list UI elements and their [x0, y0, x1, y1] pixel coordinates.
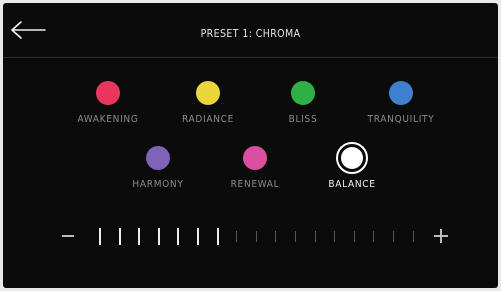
color-swatch: [196, 81, 220, 105]
slider-tick[interactable]: [236, 231, 238, 242]
preset-renewal[interactable]: RENEWAL: [205, 146, 305, 202]
preset-label: HARMONY: [132, 179, 184, 190]
slider-tick-active[interactable]: [118, 228, 121, 245]
preset-label: AWAKENING: [77, 114, 139, 125]
slider-tick[interactable]: [275, 231, 277, 242]
plus-icon[interactable]: [434, 229, 448, 243]
header-bar: PRESET 1: CHROMA: [3, 3, 498, 58]
preset-bliss[interactable]: BLISS: [253, 81, 353, 137]
slider-tick[interactable]: [393, 231, 394, 242]
slider-tick[interactable]: [412, 231, 414, 242]
preset-balance[interactable]: BALANCE: [302, 142, 402, 202]
slider-tick-active[interactable]: [197, 228, 199, 245]
slider-tick-active[interactable]: [99, 228, 101, 245]
slider-tick[interactable]: [373, 231, 375, 242]
slider-tick-active[interactable]: [138, 228, 141, 245]
slider-tick[interactable]: [255, 231, 257, 242]
preset-radiance[interactable]: RADIANCE: [158, 81, 258, 137]
slider-tick[interactable]: [314, 231, 316, 242]
preset-label: RADIANCE: [181, 114, 235, 125]
color-swatch: [146, 146, 170, 170]
slider-tick[interactable]: [353, 231, 355, 242]
color-swatch: [341, 147, 363, 169]
color-swatch: [96, 81, 120, 105]
slider-tick-active[interactable]: [216, 228, 219, 245]
page-title: PRESET 1: CHROMA: [200, 28, 301, 40]
slider-tick[interactable]: [334, 231, 336, 242]
preset-label: TRANQUILITY: [367, 114, 435, 125]
preset-label: RENEWAL: [230, 179, 280, 190]
color-swatch: [243, 146, 267, 170]
color-swatch: [291, 81, 315, 105]
preset-tranquility[interactable]: TRANQUILITY: [351, 81, 451, 137]
preset-harmony[interactable]: HARMONY: [108, 146, 208, 202]
preset-label: BLISS: [288, 114, 318, 125]
app-screen: PRESET 1: CHROMA AWAKENING RADIANCE BLIS…: [3, 3, 498, 288]
color-swatch: [389, 81, 413, 105]
slider-tick[interactable]: [295, 231, 296, 242]
preset-awakening[interactable]: AWAKENING: [58, 81, 158, 137]
slider-tick-active[interactable]: [157, 228, 160, 245]
slider-tick-active[interactable]: [177, 228, 180, 245]
preset-label: BALANCE: [328, 179, 376, 190]
intensity-slider[interactable]: [3, 225, 498, 247]
slider-ticks[interactable]: [3, 225, 498, 247]
